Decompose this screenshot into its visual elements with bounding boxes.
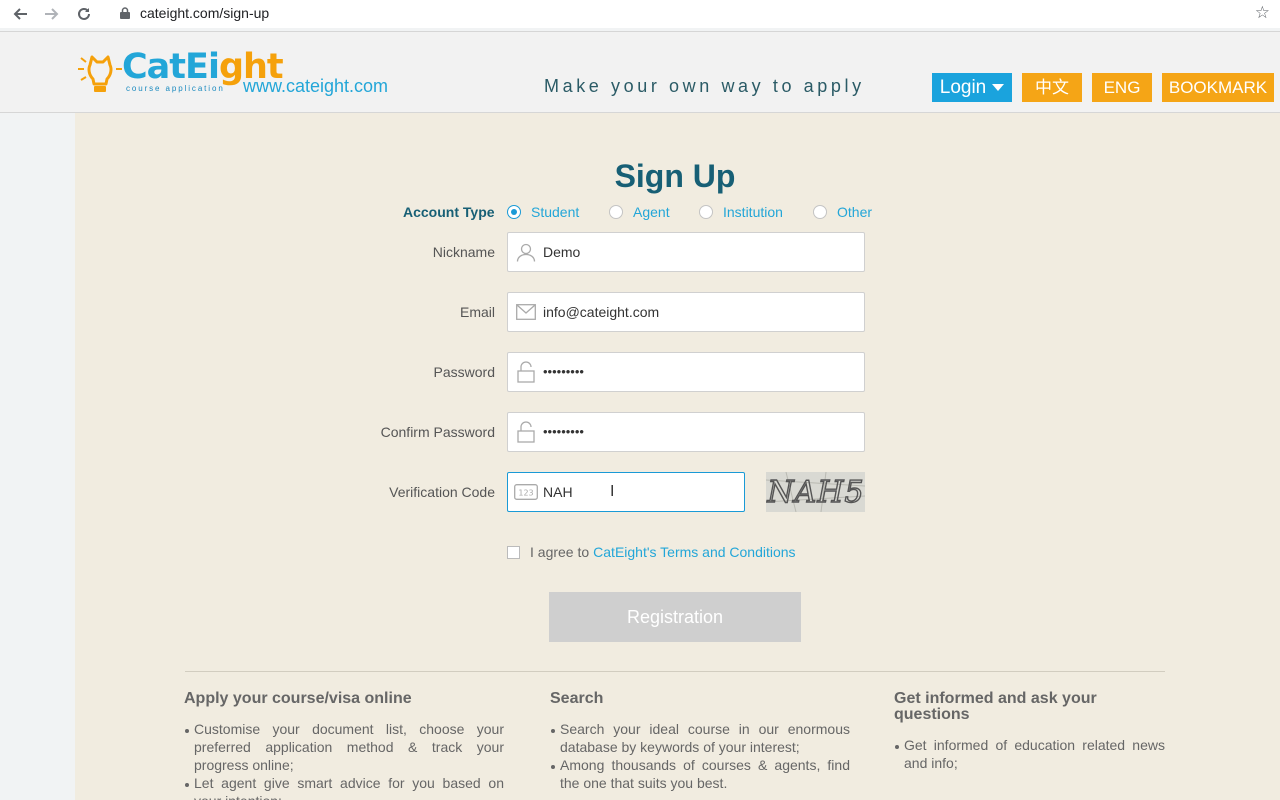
feature-item: Customise your document list, choose you… [184,720,504,774]
radio-unchecked-icon [813,205,827,219]
agree-text: I agree to [530,544,590,560]
feature-title: Apply your course/visa online [184,690,412,707]
confirm-password-field[interactable]: ••••••••• [507,412,865,452]
feature-item: Get informed of education related news a… [894,736,1165,772]
forward-arrow-icon[interactable] [36,0,68,28]
password-label: Password [433,364,495,380]
logo-subtitle: course application [126,84,225,93]
account-type-label: Account Type [403,204,495,220]
password-field[interactable]: ••••••••• [507,352,865,392]
account-type-agent-label: Agent [633,204,670,220]
reload-icon[interactable] [68,0,100,28]
lock-icon [118,6,132,20]
login-button[interactable]: Login [932,73,1012,102]
back-arrow-icon[interactable] [4,0,36,28]
terms-agreement: I agree to CatEight's Terms and Conditio… [507,544,796,560]
verification-code-label: Verification Code [389,484,495,500]
account-type-other-label: Other [837,204,873,220]
chinese-language-button[interactable]: 中文 [1022,73,1082,102]
padlock-icon [509,413,543,451]
page-title: Sign Up [614,158,736,194]
svg-text:123: 123 [518,489,533,498]
feature-item: Search your ideal course in our enormous… [550,720,850,756]
feature-item: Among thousands of courses & agents, fin… [550,756,850,792]
site-url-link[interactable]: www.cateight.com [243,76,388,97]
radio-checked-icon [507,205,521,219]
divider [185,671,1165,672]
account-type-institution-label: Institution [723,204,783,220]
email-label: Email [459,304,495,320]
english-language-button[interactable]: ENG [1092,73,1152,102]
confirm-password-label: Confirm Password [380,424,495,440]
registration-button[interactable]: Registration [549,592,801,642]
logo[interactable]: CatEight course application [76,47,284,99]
feature-title: Search [550,690,604,707]
verification-code-field[interactable]: 123 NAH I [507,472,745,512]
radio-unchecked-icon [699,205,713,219]
caret-down-icon [992,84,1005,92]
text-cursor-icon: I [610,483,615,500]
account-type-institution[interactable]: Institution [699,204,783,220]
nickname-field[interactable]: Demo [507,232,865,272]
feature-search: Search Search your ideal course in our e… [550,691,850,792]
envelope-icon [509,293,543,331]
radio-unchecked-icon [609,205,623,219]
feature-item: Let agent give smart advice for you base… [184,774,504,800]
star-icon[interactable]: ☆ [1255,3,1270,23]
login-label: Login [939,77,987,98]
email-field[interactable]: info@cateight.com [507,292,865,332]
feature-apply-online: Apply your course/visa online Customise … [184,691,504,800]
padlock-icon [509,353,543,391]
lightbulb-cat-icon [78,55,122,92]
signup-panel: Sign Up Account Type Student Agent Insti… [75,113,1280,800]
site-header: CatEight course application www.cateight… [0,31,1280,113]
confirm-password-value: ••••••••• [543,423,584,439]
keypad-icon: 123 [509,473,543,511]
captcha-text: NAH5 [766,475,864,510]
account-type-agent[interactable]: Agent [609,204,670,220]
account-type-student[interactable]: Student [507,204,579,220]
verification-code-value: NAH [543,484,573,500]
address-bar[interactable]: cateight.com/sign-up [106,0,269,26]
url-text: cateight.com/sign-up [140,5,270,21]
bookmark-button[interactable]: BOOKMARK [1162,73,1274,102]
captcha-image[interactable]: NAH5 [766,472,865,512]
email-value: info@cateight.com [543,304,660,320]
browser-toolbar: cateight.com/sign-up ☆ [0,0,1280,28]
nickname-value: Demo [543,244,581,260]
terms-checkbox[interactable] [507,545,520,559]
account-type-student-label: Student [531,204,580,220]
user-icon [509,233,543,271]
tagline: Make your own way to apply [544,76,865,96]
feature-get-informed: Get informed and ask your questions Get … [894,691,1165,772]
nickname-label: Nickname [432,244,495,260]
feature-title: Get informed and ask your questions [894,690,1097,723]
terms-link[interactable]: CatEight's Terms and Conditions [593,544,795,560]
account-type-other[interactable]: Other [813,204,872,220]
password-value: ••••••••• [543,363,584,379]
